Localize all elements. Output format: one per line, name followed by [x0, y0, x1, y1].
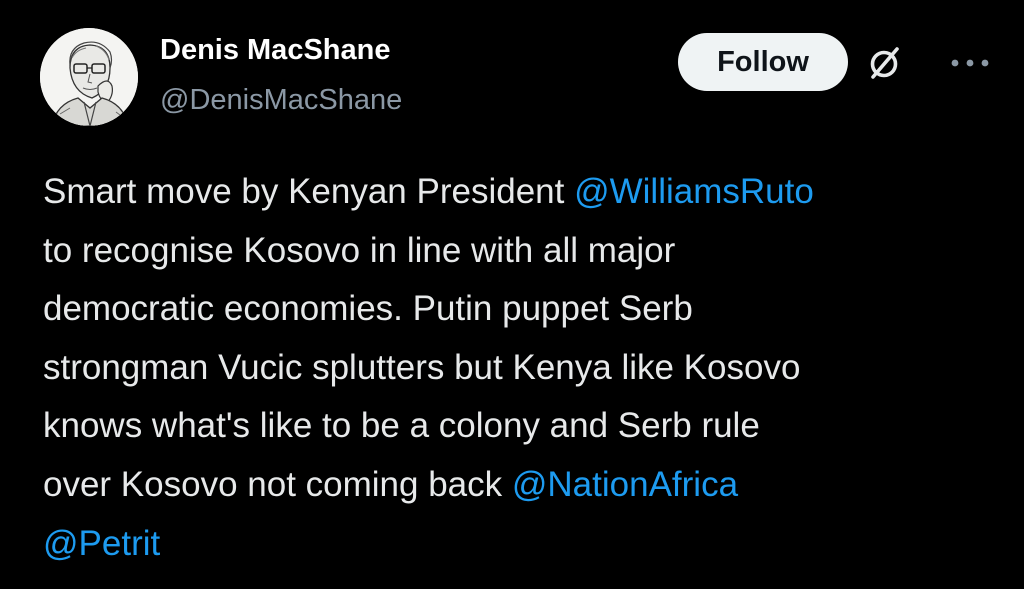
tweet-line: over Kosovo not coming back @NationAfric… — [43, 456, 1003, 515]
mention-link-nationafrica[interactable]: @NationAfrica — [512, 465, 738, 504]
avatar[interactable] — [40, 28, 138, 126]
slashed-circle-icon[interactable] — [864, 43, 904, 83]
tweet-text-segment: over Kosovo not coming back — [43, 464, 512, 504]
follow-button[interactable]: Follow — [678, 33, 848, 91]
tweet-line: to recognise Kosovo in line with all maj… — [43, 230, 676, 270]
author-handle[interactable]: @DenisMacShane — [160, 84, 402, 117]
author-name[interactable]: Denis MacShane — [160, 34, 390, 67]
tweet-line: strongman Vucic splutters but Kenya like… — [43, 347, 801, 387]
avatar-sketch-image — [40, 28, 138, 126]
tweet-line: democratic economies. Putin puppet Serb — [43, 289, 693, 329]
mention-link-williamsruto[interactable]: @WilliamsRuto — [574, 172, 814, 211]
tweet-line: @Petrit — [43, 515, 1003, 574]
tweet-text: Smart move by Kenyan President @Williams… — [43, 163, 1003, 573]
tweet-line: knows what's like to be a colony and Ser… — [43, 406, 760, 446]
mention-link-petrit[interactable]: @Petrit — [43, 524, 160, 563]
more-dots-icon[interactable] — [945, 53, 995, 73]
tweet-text-segment: Smart move by Kenyan President — [43, 172, 575, 211]
tweet-line: Smart move by Kenyan President @Williams… — [43, 163, 1003, 222]
